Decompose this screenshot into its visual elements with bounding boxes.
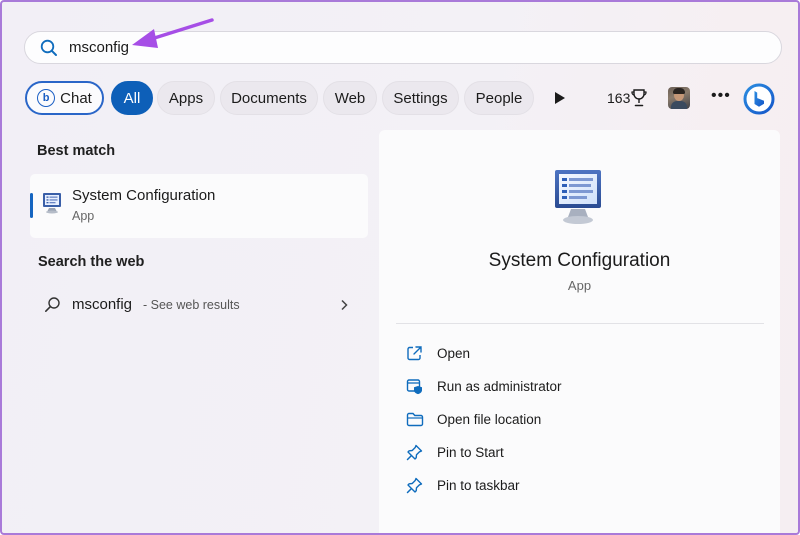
avatar-body [671,101,687,109]
play-more-filters-icon[interactable] [554,91,566,105]
action-pin-to-taskbar-label: Pin to taskbar [437,478,520,493]
best-match-result[interactable]: System Configuration App [30,174,368,238]
action-open[interactable]: Open [406,342,746,366]
tab-all-label: All [123,89,141,107]
open-external-icon [407,346,422,361]
pin-icon [406,477,423,494]
action-open-label: Open [437,346,471,361]
bing-chat-icon: b [37,89,56,107]
filter-bar: b Chat All Apps Documents Web Settings P… [25,81,785,115]
tab-people[interactable]: People [464,81,534,115]
result-detail-panel: System Configuration App Open Run as adm… [379,130,780,533]
action-open-file-location[interactable]: Open file location [406,408,746,432]
tab-chat[interactable]: b Chat [25,81,104,115]
detail-divider [396,323,764,324]
tab-chat-label: Chat [60,89,92,107]
selection-indicator [30,193,33,218]
web-search-suffix: - See web results [143,298,240,312]
folder-icon [406,412,424,427]
tab-documents[interactable]: Documents [220,81,318,115]
detail-type: App [567,278,592,293]
web-search-query: msconfig [72,296,133,313]
action-pin-to-start[interactable]: Pin to Start [406,441,746,465]
system-configuration-large-icon [555,170,601,224]
tab-all[interactable]: All [111,81,153,115]
tab-apps[interactable]: Apps [157,81,215,115]
rewards-trophy-icon[interactable] [631,89,647,107]
action-pin-to-taskbar[interactable]: Pin to taskbar [406,474,746,498]
bing-logo-icon[interactable] [742,82,776,116]
pin-icon [406,444,423,461]
action-pin-to-start-label: Pin to Start [437,445,504,460]
chevron-right-icon[interactable] [339,299,349,311]
action-run-as-administrator[interactable]: Run as administrator [406,375,746,399]
shield-admin-icon [406,379,422,395]
tab-web-label: Web [334,89,366,107]
action-run-as-administrator-label: Run as administrator [437,379,562,394]
search-icon [44,297,60,312]
search-icon [40,39,57,56]
user-avatar[interactable] [668,87,690,109]
web-search-result[interactable]: msconfig - See web results [30,287,368,323]
action-open-file-location-label: Open file location [437,412,542,427]
best-match-heading: Best match [37,143,116,159]
best-match-type: App [72,209,95,223]
search-web-heading: Search the web [38,254,145,270]
rewards-count[interactable]: 163 [607,90,630,106]
tab-apps-label: Apps [168,89,204,107]
detail-title: System Configuration [488,250,671,271]
start-search-window: b Chat All Apps Documents Web Settings P… [0,0,800,535]
tab-settings-label: Settings [393,89,448,107]
annotation-arrow-icon [132,18,214,48]
tab-people-label: People [475,89,523,107]
tab-web[interactable]: Web [323,81,377,115]
avatar-hair [673,88,685,94]
system-configuration-app-icon [43,193,61,214]
more-options-icon[interactable]: ••• [711,87,731,105]
tab-settings[interactable]: Settings [382,81,459,115]
best-match-name: System Configuration [72,187,216,204]
tab-documents-label: Documents [231,89,307,107]
